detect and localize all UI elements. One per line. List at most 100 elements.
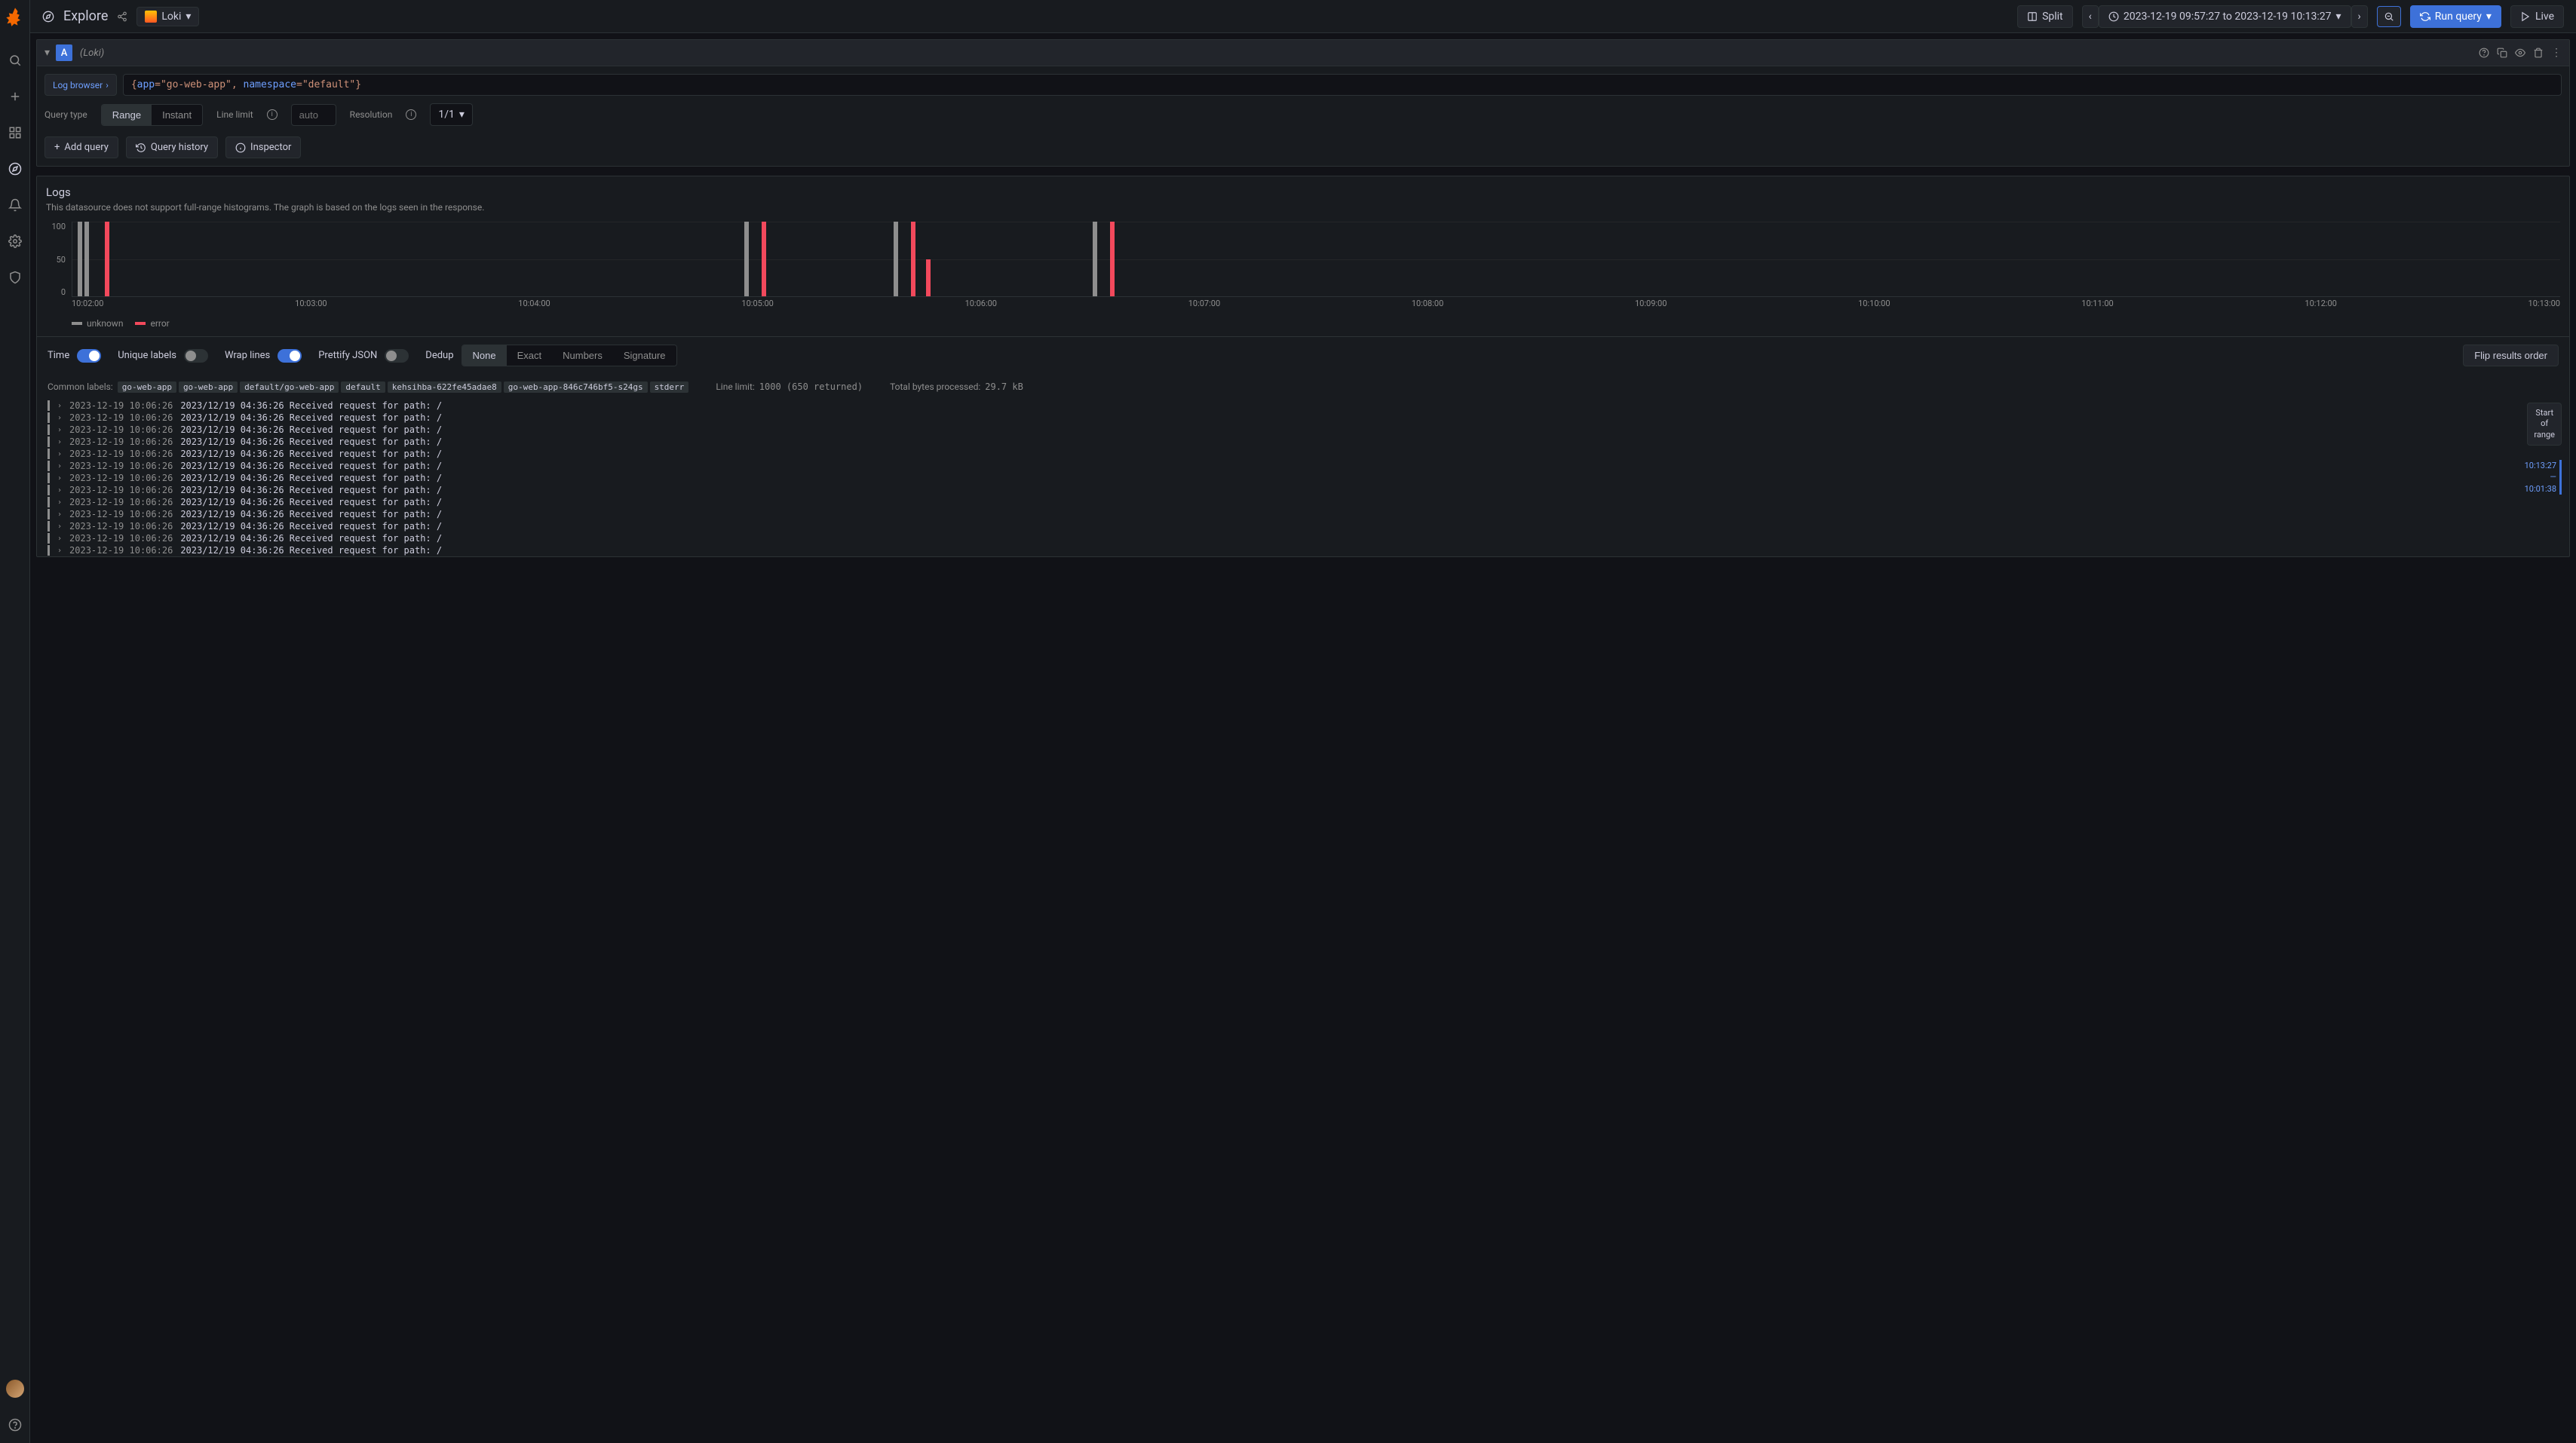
prettify-json-toggle[interactable] — [385, 349, 409, 363]
log-row[interactable]: › 2023-12-19 10:06:26 2023/12/19 04:36:2… — [37, 496, 2569, 508]
inspector-button[interactable]: Inspector — [225, 136, 301, 158]
query-header: ▾ A (Loki) ⋮ — [37, 40, 2569, 66]
time-back-button[interactable]: ‹ — [2082, 5, 2099, 28]
log-level-bar — [48, 509, 50, 519]
log-row[interactable]: › 2023-12-19 10:06:26 2023/12/19 04:36:2… — [37, 520, 2569, 532]
log-message: 2023/12/19 04:36:26 Received request for… — [180, 533, 442, 544]
histogram-bar[interactable] — [762, 222, 766, 296]
time-range-button[interactable]: 2023-12-19 09:57:27 to 2023-12-19 10:13:… — [2099, 5, 2351, 28]
log-row[interactable]: › 2023-12-19 10:06:26 2023/12/19 04:36:2… — [37, 532, 2569, 544]
dedup-signature[interactable]: Signature — [613, 345, 676, 366]
collapse-chevron-icon[interactable]: ▾ — [44, 47, 50, 59]
log-row[interactable]: › 2023-12-19 10:06:26 2023/12/19 04:36:2… — [37, 460, 2569, 472]
histogram-bar[interactable] — [911, 222, 915, 296]
help-icon[interactable] — [6, 1416, 24, 1434]
expand-chevron-icon[interactable]: › — [57, 498, 62, 507]
log-row[interactable]: › 2023-12-19 10:06:26 2023/12/19 04:36:2… — [37, 400, 2569, 412]
share-icon[interactable] — [117, 11, 127, 22]
flip-results-button[interactable]: Flip results order — [2463, 345, 2559, 366]
bell-icon[interactable] — [6, 196, 24, 214]
live-button[interactable]: Live — [2510, 5, 2564, 28]
dedup-none[interactable]: None — [462, 345, 507, 366]
copy-icon[interactable] — [2497, 47, 2507, 58]
expand-chevron-icon[interactable]: › — [57, 486, 62, 495]
apps-icon[interactable] — [6, 124, 24, 142]
log-row[interactable]: › 2023-12-19 10:06:26 2023/12/19 04:36:2… — [37, 508, 2569, 520]
expand-chevron-icon[interactable]: › — [57, 547, 62, 555]
legend-error[interactable]: error — [135, 318, 169, 329]
log-row[interactable]: › 2023-12-19 10:06:26 2023/12/19 04:36:2… — [37, 544, 2569, 556]
grafana-logo[interactable] — [5, 6, 26, 27]
time-forward-button[interactable]: › — [2351, 5, 2368, 28]
compass-icon[interactable] — [6, 160, 24, 178]
histogram-bar[interactable] — [78, 222, 82, 296]
run-query-button[interactable]: Run query ▾ — [2410, 5, 2501, 28]
gear-icon[interactable] — [6, 232, 24, 250]
log-row[interactable]: › 2023-12-19 10:06:26 2023/12/19 04:36:2… — [37, 424, 2569, 436]
histogram-bar[interactable] — [894, 222, 898, 296]
search-icon[interactable] — [6, 51, 24, 69]
x-tick: 10:13:00 — [2528, 299, 2560, 312]
line-limit-input[interactable] — [291, 104, 336, 126]
histogram-bar[interactable] — [744, 222, 749, 296]
split-button[interactable]: Split — [2017, 5, 2073, 28]
expand-chevron-icon[interactable]: › — [57, 522, 62, 531]
expand-chevron-icon[interactable]: › — [57, 414, 62, 422]
log-message: 2023/12/19 04:36:26 Received request for… — [180, 521, 442, 532]
dedup-exact[interactable]: Exact — [507, 345, 553, 366]
log-row[interactable]: › 2023-12-19 10:06:26 2023/12/19 04:36:2… — [37, 436, 2569, 448]
trash-icon[interactable] — [2533, 47, 2544, 58]
histogram-bar[interactable] — [105, 222, 109, 296]
label-chip: default/go-web-app — [240, 381, 339, 393]
log-row[interactable]: › 2023-12-19 10:06:26 2023/12/19 04:36:2… — [37, 484, 2569, 496]
zoom-out-button[interactable] — [2377, 6, 2401, 27]
help-icon[interactable] — [2479, 47, 2489, 58]
datasource-name: Loki — [161, 11, 181, 23]
wrap-lines-toggle[interactable] — [278, 349, 302, 363]
plus-icon[interactable] — [6, 87, 24, 106]
more-icon[interactable]: ⋮ — [2551, 47, 2562, 59]
expand-chevron-icon[interactable]: › — [57, 402, 62, 410]
log-level-bar — [48, 521, 50, 532]
histogram-bar[interactable] — [1093, 222, 1097, 296]
query-type-instant[interactable]: Instant — [152, 105, 202, 125]
eye-icon[interactable] — [2515, 47, 2525, 58]
expand-chevron-icon[interactable]: › — [57, 462, 62, 470]
unique-labels-toggle[interactable] — [184, 349, 208, 363]
y-tick: 50 — [46, 255, 66, 265]
shield-icon[interactable] — [6, 268, 24, 286]
query-expression-input[interactable]: {app="go-web-app", namespace="default"} — [123, 74, 2562, 96]
query-type-range[interactable]: Range — [102, 105, 152, 125]
expand-chevron-icon[interactable]: › — [57, 426, 62, 434]
time-toggle[interactable] — [77, 349, 101, 363]
datasource-picker[interactable]: Loki ▾ — [136, 7, 199, 26]
legend-unknown[interactable]: unknown — [72, 318, 123, 329]
info-icon[interactable]: i — [406, 109, 416, 120]
y-tick: 100 — [46, 222, 66, 231]
expand-chevron-icon[interactable]: › — [57, 535, 62, 543]
avatar[interactable] — [6, 1380, 24, 1398]
expand-chevron-icon[interactable]: › — [57, 438, 62, 446]
histogram-bar[interactable] — [926, 259, 931, 297]
resolution-select[interactable]: 1/1 ▾ — [430, 103, 473, 126]
expand-chevron-icon[interactable]: › — [57, 510, 62, 519]
chevron-down-icon: ▾ — [459, 109, 465, 121]
log-row[interactable]: › 2023-12-19 10:06:26 2023/12/19 04:36:2… — [37, 448, 2569, 460]
run-query-label: Run query — [2435, 11, 2482, 23]
log-timestamp: 2023-12-19 10:06:26 — [69, 521, 173, 532]
wrap-lines-label: Wrap lines — [225, 350, 270, 361]
log-browser-button[interactable]: Log browser › — [44, 74, 117, 96]
log-timestamp: 2023-12-19 10:06:26 — [69, 461, 173, 471]
log-row[interactable]: › 2023-12-19 10:06:26 2023/12/19 04:36:2… — [37, 472, 2569, 484]
log-row[interactable]: › 2023-12-19 10:06:26 2023/12/19 04:36:2… — [37, 412, 2569, 424]
histogram-bar[interactable] — [1110, 222, 1115, 296]
dedup-numbers[interactable]: Numbers — [552, 345, 613, 366]
add-query-button[interactable]: + Add query — [44, 136, 118, 158]
line-limit-meta-label: Line limit: — [716, 381, 754, 392]
info-icon[interactable]: i — [267, 109, 278, 120]
query-row-label: A — [56, 44, 72, 61]
histogram-bar[interactable] — [84, 222, 89, 296]
query-history-button[interactable]: Query history — [126, 136, 218, 158]
expand-chevron-icon[interactable]: › — [57, 474, 62, 483]
expand-chevron-icon[interactable]: › — [57, 450, 62, 458]
